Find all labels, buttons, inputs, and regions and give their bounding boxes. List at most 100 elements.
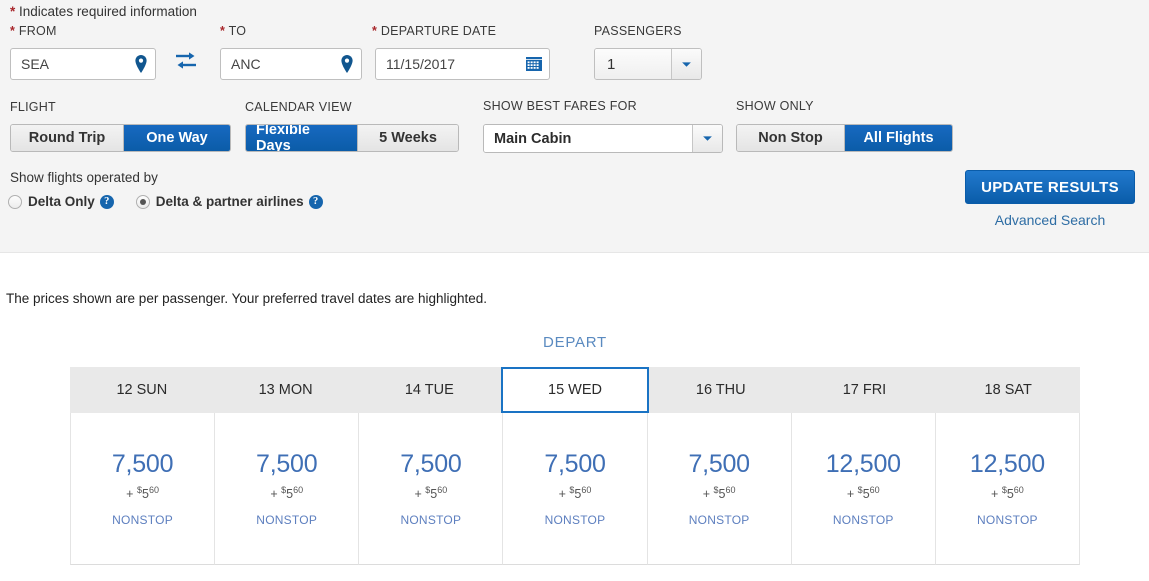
fare-miles: 12,500 [969,450,1045,478]
departure-date-input[interactable]: 11/15/2017 [375,48,550,80]
required-asterisk-date: * [372,24,378,38]
tax-whole: 5 [141,487,149,502]
date-header-cell[interactable]: 16 THU [648,367,793,413]
from-label: * FROM [10,24,57,38]
departure-date-value: 11/15/2017 [386,56,456,72]
radio-delta-only[interactable]: Delta Only ? [8,194,114,209]
flight-type-round-trip[interactable]: Round Trip [11,125,123,151]
operated-by-radio-group: Delta Only ? Delta & partner airlines ? [8,194,323,209]
date-header-cell[interactable]: 18 SAT [936,367,1081,413]
passengers-label: PASSENGERS [594,24,682,38]
fare-stops: NONSTOP [977,512,1038,527]
calendar-date-header-row: 12 SUN 13 MON 14 TUE 15 WED 16 THU 17 FR… [70,367,1081,413]
radio-delta-and-partners-label: Delta & partner airlines [155,194,304,209]
calendar-view-toggle: Flexible Days 5 Weeks [245,124,459,152]
flight-type-one-way[interactable]: One Way [124,125,230,151]
departure-date-label: * DEPARTURE DATE [372,24,496,38]
fare-stops: NONSTOP [688,512,750,527]
show-only-toggle: Non Stop All Flights [736,124,953,152]
plus-sign: + [270,487,278,502]
fare-stops: NONSTOP [544,512,606,527]
tax-cents: 60 [1013,485,1024,495]
flight-type-label: FLIGHT [10,100,56,114]
date-header-cell[interactable]: 14 TUE [357,367,502,413]
fare-taxes: + $560 [270,486,303,501]
chevron-down-icon[interactable] [671,49,701,79]
fare-cell[interactable]: 7,500 + $560 NONSTOP [359,413,504,565]
plus-sign: + [414,487,422,502]
tax-whole: 5 [1006,487,1014,502]
swap-origin-destination-button[interactable] [172,50,200,74]
fare-cell[interactable]: 7,500 + $560 NONSTOP [215,413,360,565]
fare-cell[interactable]: 12,500 + $560 NONSTOP [791,413,936,565]
update-results-button[interactable]: UPDATE RESULTS [965,170,1135,204]
show-only-non-stop[interactable]: Non Stop [737,125,844,151]
tax-whole: 5 [862,487,870,502]
departure-date-label-text: DEPARTURE DATE [380,24,497,38]
depart-direction-label: DEPART [543,334,607,351]
fare-taxes: + $560 [559,486,592,501]
fare-cell[interactable]: 7,500 + $560 NONSTOP [647,413,792,565]
to-value: ANC [231,56,261,72]
tax-cents: 60 [293,485,304,495]
required-asterisk-from: * [10,24,16,38]
fare-miles: 7,500 [256,450,318,478]
fare-cell[interactable]: 7,500 + $560 NONSTOP [70,413,216,565]
tax-cents: 60 [725,485,736,495]
fare-taxes: + $560 [991,486,1024,501]
fare-stops: NONSTOP [112,512,173,527]
passengers-value: 1 [595,49,671,79]
date-header-cell[interactable]: 13 MON [213,367,358,413]
calendar-icon[interactable] [525,55,543,73]
calendar-view-flexible-days[interactable]: Flexible Days [246,125,357,151]
fare-stops: NONSTOP [832,512,894,527]
location-pin-icon[interactable] [133,55,149,73]
best-fares-label: SHOW BEST FARES FOR [483,99,637,113]
plus-sign: + [846,487,855,502]
required-info-text: Indicates required information [19,4,197,19]
calendar-view-5-weeks[interactable]: 5 Weeks [358,125,458,151]
chevron-down-icon[interactable] [692,125,722,152]
fare-taxes: + $560 [703,486,736,501]
to-label: * TO [220,24,246,38]
calendar-view-label: CALENDAR VIEW [245,100,352,114]
tax-cents: 60 [437,485,448,495]
tax-cents: 60 [869,485,880,495]
to-input[interactable]: ANC [220,48,362,80]
fare-miles: 7,500 [544,450,606,478]
date-header-cell[interactable]: 17 FRI [792,367,937,413]
swap-arrows-icon [174,50,198,75]
plus-sign: + [126,487,134,502]
fare-stops: NONSTOP [256,512,318,527]
cabin-select[interactable]: Main Cabin [483,124,723,153]
radio-delta-and-partners[interactable]: Delta & partner airlines ? [135,194,323,209]
passengers-select[interactable]: 1 [594,48,702,80]
show-only-all-flights[interactable]: All Flights [845,125,952,151]
location-pin-icon[interactable] [339,55,355,73]
calendar-fare-row: 7,500 + $560 NONSTOP 7,500 + $560 NONSTO… [70,413,1080,565]
fare-taxes: + $560 [414,486,447,501]
from-input[interactable]: SEA [10,48,156,80]
fare-miles: 7,500 [111,450,174,478]
fare-miles: 7,500 [688,450,750,478]
date-header-cell-selected[interactable]: 15 WED [501,367,649,413]
tax-whole: 5 [718,487,726,502]
from-label-text: FROM [18,24,57,38]
required-asterisk-to: * [220,24,226,38]
radio-button-icon[interactable] [8,194,22,209]
help-icon[interactable]: ? [99,194,114,209]
fare-cell[interactable]: 12,500 + $560 NONSTOP [935,413,1080,565]
advanced-search-link[interactable]: Advanced Search [965,212,1135,228]
fare-stops: NONSTOP [400,512,462,527]
radio-button-icon[interactable] [135,194,150,209]
flexible-dates-calendar: 12 SUN 13 MON 14 TUE 15 WED 16 THU 17 FR… [70,367,1081,565]
fare-cell-selected[interactable]: 7,500 + $560 NONSTOP [503,413,648,565]
to-label-text: TO [228,24,247,38]
tax-cents: 60 [148,485,159,495]
date-header-cell[interactable]: 12 SUN [70,367,214,413]
fare-miles: 12,500 [825,450,901,478]
help-icon[interactable]: ? [308,194,323,209]
flight-type-toggle: Round Trip One Way [10,124,231,152]
cabin-value: Main Cabin [484,125,692,152]
radio-delta-only-label: Delta Only [28,194,95,209]
